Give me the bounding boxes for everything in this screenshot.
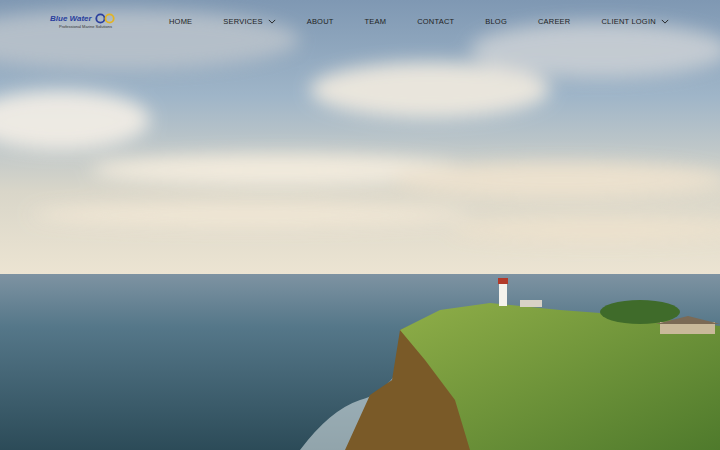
logo-name[interactable]: Blue Water <box>50 14 92 23</box>
nav-item[interactable]: TEAM <box>365 17 387 26</box>
nav-item[interactable]: ABOUT <box>307 17 334 26</box>
logo[interactable]: Blue WaterProfessional Marine Solutions <box>50 13 122 29</box>
nav-item[interactable]: CONTACT <box>417 17 454 26</box>
nav-item[interactable]: CAREER <box>538 17 570 26</box>
nav-item[interactable]: CLIENT LOGIN <box>601 17 668 26</box>
hero-photo <box>0 0 720 450</box>
chevron-down-icon <box>268 19 276 24</box>
nav-item[interactable]: HOME <box>169 17 192 26</box>
chevron-down-icon <box>661 19 669 24</box>
nav-menu: HOME SERVICES ABOUT TEAM CONTACT BLOG CAREER CL… <box>169 17 669 26</box>
hero: Blue WaterProfessional Marine Solutions H… <box>0 0 720 450</box>
nav-item[interactable]: SERVICES <box>223 17 275 26</box>
logo-icon <box>94 13 116 24</box>
logo-tagline: Professional Marine Solutions <box>50 24 122 29</box>
nav-item[interactable]: BLOG <box>485 17 507 26</box>
top-nav: Blue WaterProfessional Marine Solutions H… <box>0 0 720 32</box>
